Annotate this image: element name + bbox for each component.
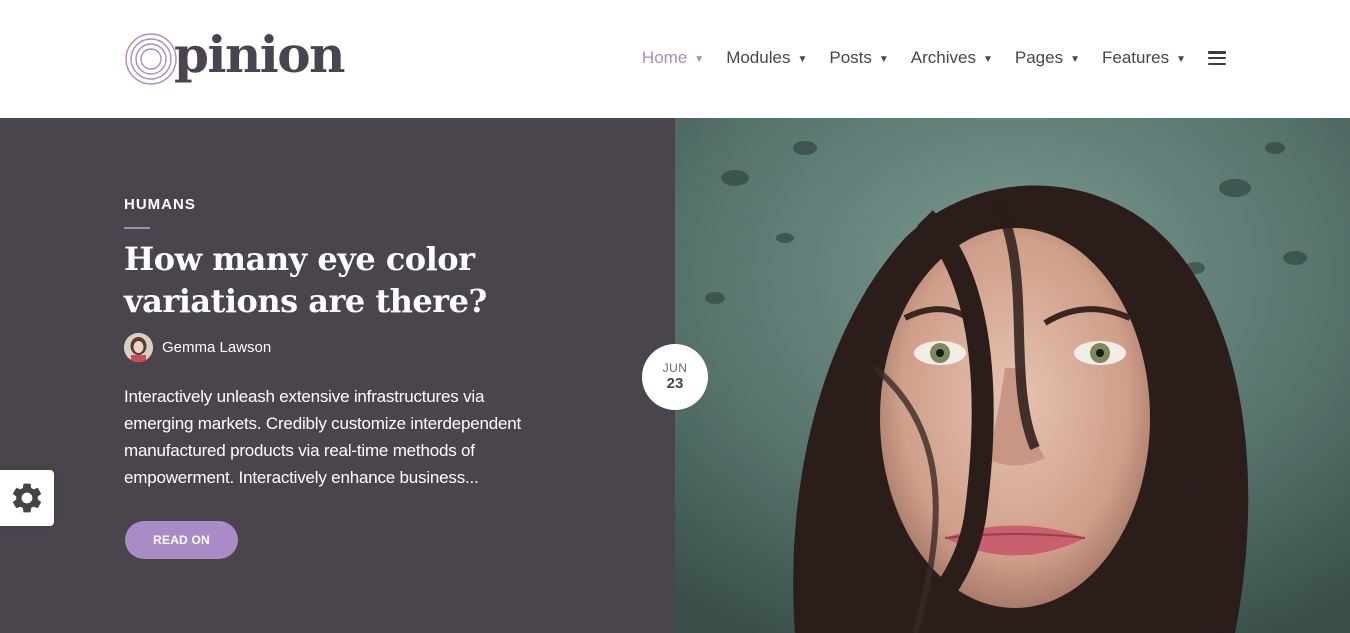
nav-item-posts[interactable]: Posts ▼ [829, 48, 888, 68]
nav-item-label: Archives [910, 48, 976, 67]
site-header: pinion Home ▼ Modules ▼ Posts ▼ Archives… [0, 0, 1350, 118]
nav-item-features[interactable]: Features ▼ [1102, 48, 1186, 68]
nav-item-home[interactable]: Home ▼ [642, 48, 704, 68]
settings-toggle[interactable] [0, 470, 54, 526]
caret-down-icon: ▼ [878, 53, 889, 65]
post-author[interactable]: Gemma Lawson [124, 333, 271, 362]
author-name: Gemma Lawson [162, 339, 272, 356]
main-nav: Home ▼ Modules ▼ Posts ▼ Archives ▼ Page… [642, 44, 1226, 72]
caret-down-icon: ▼ [1070, 53, 1080, 65]
category-divider [124, 227, 150, 229]
portrait-photo [675, 118, 1350, 633]
caret-down-icon: ▼ [797, 53, 808, 65]
site-logo[interactable]: pinion [124, 25, 346, 88]
caret-down-icon: ▼ [1176, 53, 1186, 65]
post-category[interactable]: HUMANS [124, 196, 196, 213]
gear-icon [12, 483, 42, 513]
nav-item-label: Home [641, 48, 688, 67]
nav-item-archives[interactable]: Archives ▼ [911, 48, 993, 68]
author-avatar [124, 333, 153, 362]
caret-down-icon: ▼ [694, 53, 705, 65]
post-date-badge: JUN 23 [642, 344, 708, 410]
nav-item-modules[interactable]: Modules ▼ [726, 48, 807, 68]
read-on-button[interactable]: READ ON [125, 521, 238, 559]
hero-image[interactable] [675, 118, 1350, 633]
post-excerpt: Interactively unleash extensive infrastr… [124, 387, 522, 487]
nav-item-label: Pages [1014, 48, 1064, 67]
hero-text-panel [0, 118, 675, 633]
brand-name: pinion [174, 25, 346, 84]
post-title[interactable]: How many eye color variations are there? [124, 238, 564, 322]
concentric-o-icon [125, 33, 177, 85]
nav-item-label: Modules [726, 48, 791, 67]
date-month: JUN [662, 361, 688, 375]
nav-item-pages[interactable]: Pages ▼ [1015, 48, 1080, 68]
hamburger-icon[interactable] [1208, 51, 1226, 65]
date-day: 23 [666, 375, 684, 392]
nav-item-label: Posts [829, 48, 872, 67]
caret-down-icon: ▼ [982, 53, 993, 65]
nav-item-label: Features [1102, 48, 1170, 67]
